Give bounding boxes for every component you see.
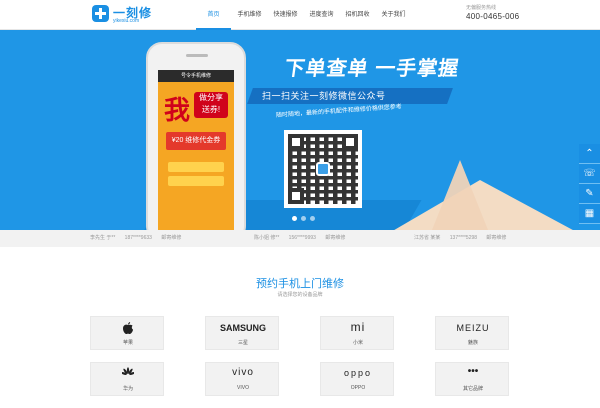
wechat-qr-code xyxy=(284,130,362,208)
carousel-dot[interactable] xyxy=(292,216,297,221)
ticker-item: 李先生 于** 187****9633 邮寄维修 xyxy=(90,230,189,247)
logo-cross-icon xyxy=(92,5,109,22)
qr-finder xyxy=(288,188,304,204)
qr-pattern xyxy=(288,134,358,204)
hotline-number[interactable]: 400-0465-006 xyxy=(466,12,519,21)
brand-card-other[interactable]: ••• 其它品牌 xyxy=(435,362,509,396)
hero-banner[interactable]: 号令手机维修 我 做分享 送券! ¥20 维修代金券 下单查单 一手掌握 扫一扫… xyxy=(0,30,600,230)
qr-finder xyxy=(342,134,358,150)
carousel-dot[interactable] xyxy=(310,216,315,221)
brand-name: OPPO xyxy=(350,385,366,391)
samsung-logo: SAMSUNG xyxy=(219,323,266,333)
ticker-name: 李先生 于** xyxy=(90,235,116,241)
qr-logo-icon xyxy=(316,162,330,176)
carousel-dot[interactable] xyxy=(301,216,306,221)
brand-card-samsung[interactable]: SAMSUNG 三星 xyxy=(205,316,279,350)
brand-card-apple[interactable]: 苹果 xyxy=(90,316,164,350)
phone-promo-tag: 做分享 送券! xyxy=(194,92,228,118)
main-nav: 首页 手机维修 快速报修 进度查询 招机回收 关于我们 xyxy=(196,0,412,30)
xiaomi-logo: mi xyxy=(350,320,366,334)
ticker-item: 陈小姐 修** 156****9993 邮寄维修 xyxy=(254,230,353,247)
hotline-label: 无偏服务热线 xyxy=(466,5,497,11)
oppo-logo: oppo xyxy=(343,368,373,378)
phone-statusbar: 号令手机维修 xyxy=(158,70,234,82)
top-header: 一刻修 yikexiu.com 首页 手机维修 快速报修 进度查询 招机回收 关… xyxy=(0,0,600,30)
brand-card-oppo[interactable]: oppo OPPO xyxy=(320,362,394,396)
vivo-logo: vivo xyxy=(232,367,254,378)
chevron-up-icon[interactable]: ⌃ xyxy=(579,144,600,164)
carousel-dots xyxy=(292,216,319,221)
brand-name: VIVO xyxy=(237,385,249,391)
ticker-name: 江苏省 某某 xyxy=(414,235,441,241)
brand-name: 三星 xyxy=(237,340,248,346)
ticker-phone: 137****5298 xyxy=(449,235,478,241)
nav-item-quick-report[interactable]: 快速报修 xyxy=(268,0,303,30)
ticker-status: 邮寄维修 xyxy=(325,235,346,241)
nav-item-about[interactable]: 关于我们 xyxy=(376,0,411,30)
brand-card-xiaomi[interactable]: mi 小米 xyxy=(320,316,394,350)
more-dots-icon: ••• xyxy=(467,366,479,377)
qr-finder xyxy=(288,134,304,150)
phone-speaker xyxy=(186,54,208,57)
phone-button xyxy=(168,176,224,186)
brand-name: 小米 xyxy=(352,340,363,346)
banner-decor-triangle-2 xyxy=(420,160,500,230)
section-title: 预约手机上门维修 xyxy=(256,278,344,290)
nav-item-recycle[interactable]: 招机回收 xyxy=(340,0,375,30)
brand-name: 其它品牌 xyxy=(462,386,483,392)
nav-item-phone-repair[interactable]: 手机维修 xyxy=(232,0,267,30)
phone-mockup: 号令手机维修 我 做分享 送券! ¥20 维修代金券 xyxy=(146,42,246,230)
nav-item-home[interactable]: 首页 xyxy=(196,0,231,30)
qr-icon[interactable]: ▦ xyxy=(579,204,600,224)
brand-name: 华为 xyxy=(122,386,133,392)
huawei-icon xyxy=(122,367,134,375)
brand-card-huawei[interactable]: 华为 xyxy=(90,362,164,396)
site-logo[interactable]: 一刻修 yikexiu.com xyxy=(92,3,162,27)
brand-card-vivo[interactable]: vivo VIVO xyxy=(205,362,279,396)
phone-button xyxy=(168,162,224,172)
brand-card-meizu[interactable]: MEIZU 魅族 xyxy=(435,316,509,350)
apple-icon xyxy=(123,322,133,334)
order-ticker: 李先生 于** 187****9633 邮寄维修 陈小姐 修** 156****… xyxy=(0,230,600,247)
ticker-status: 邮寄维修 xyxy=(161,235,182,241)
ticker-phone: 156****9993 xyxy=(288,235,316,241)
banner-subtitle: 扫一扫关注一刻修微信公众号 xyxy=(262,91,386,101)
ticker-item: 江苏省 某某 137****5298 邮寄维修 xyxy=(414,230,514,247)
phone-promo-char: 我 xyxy=(164,95,191,125)
ticker-status: 邮寄维修 xyxy=(486,235,507,241)
nav-item-progress-query[interactable]: 进度查询 xyxy=(304,0,339,30)
logo-subtext: yikexiu.com xyxy=(113,18,140,24)
section-subtitle: 请选择您的设备品牌 xyxy=(277,292,323,298)
phone-screen: 号令手机维修 我 做分享 送券! ¥20 维修代金券 xyxy=(158,70,234,230)
brand-name: 苹果 xyxy=(122,340,133,346)
meizu-logo: MEIZU xyxy=(456,323,490,333)
ticker-phone: 187****9633 xyxy=(124,235,152,241)
edit-icon[interactable]: ✎ xyxy=(579,184,600,204)
phone-coupon: ¥20 维修代金券 xyxy=(166,132,226,150)
banner-title: 下单查单 一手掌握 xyxy=(283,58,461,80)
ticker-name: 陈小姐 修** xyxy=(254,235,280,241)
brand-name: 魅族 xyxy=(467,340,478,346)
phone-icon[interactable]: ☏ xyxy=(579,164,600,184)
side-toolbar: ⌃ ☏ ✎ ▦ xyxy=(579,144,600,224)
